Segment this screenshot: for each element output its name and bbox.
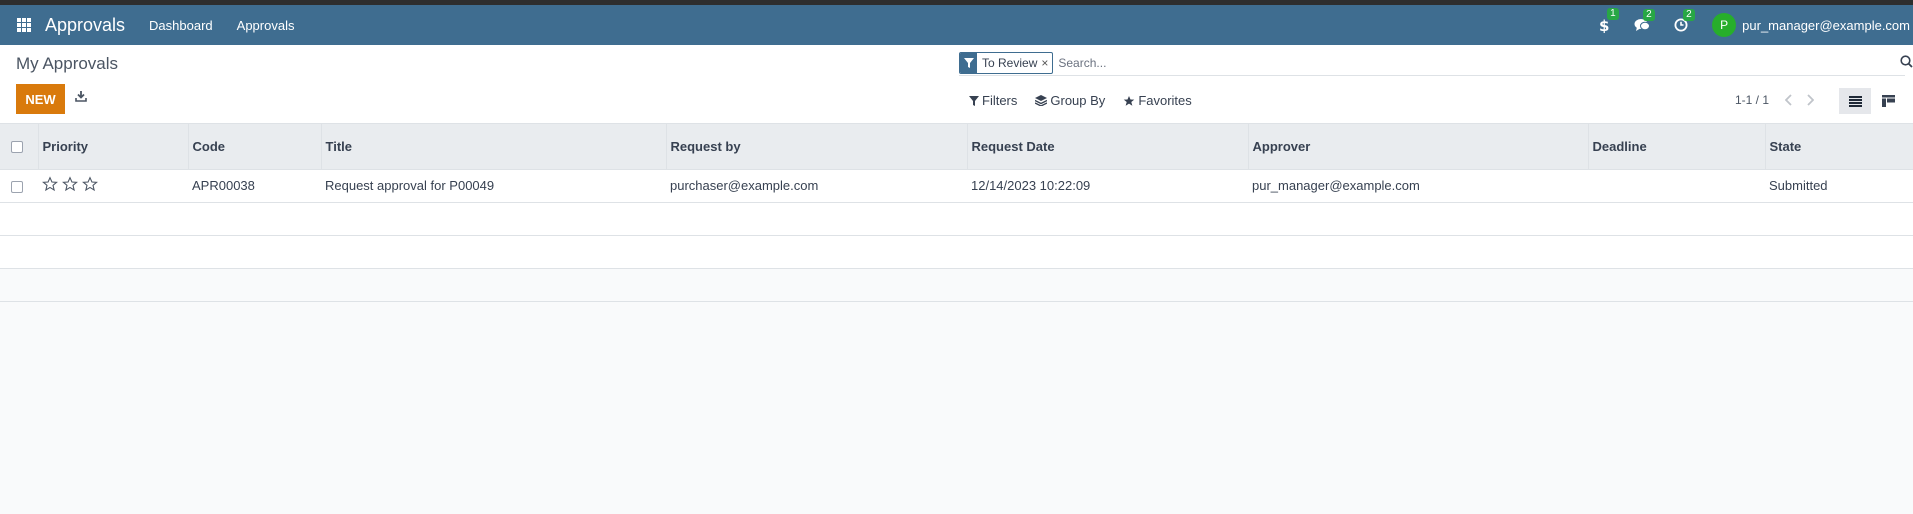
search-bar: To Review ×	[959, 50, 1905, 76]
column-header-state[interactable]: State	[1765, 124, 1913, 170]
systray: $ 1 2 2 P pur_manager@example.com	[1598, 5, 1913, 45]
control-panel: My Approvals NEW To Review × Filters Gro…	[0, 45, 1913, 124]
table-header-row: Priority Code Title Request by Request D…	[0, 124, 1913, 170]
star-outline-icon[interactable]	[82, 176, 98, 192]
avatar: P	[1712, 13, 1737, 37]
star-icon	[1124, 95, 1135, 106]
priority-cell	[38, 169, 188, 203]
app-title[interactable]: Approvals	[45, 15, 125, 36]
empty-row	[0, 235, 1913, 269]
favorites-label: Favorites	[1138, 93, 1192, 108]
approver-cell: pur_manager@example.com	[1248, 169, 1588, 203]
search-options: Filters Group By Favorites	[969, 93, 1210, 108]
dollar-count-badge: 1	[1607, 8, 1619, 20]
filters-label: Filters	[982, 93, 1018, 108]
page-title: My Approvals	[16, 54, 119, 73]
systray-dollar[interactable]: $ 1	[1598, 8, 1619, 33]
request-date-cell: 12/14/2023 10:22:09	[967, 169, 1248, 203]
new-button[interactable]: NEW	[16, 84, 65, 114]
favorites-button[interactable]: Favorites	[1123, 93, 1192, 108]
pager-next-icon[interactable]	[1806, 94, 1815, 109]
deadline-cell	[1588, 169, 1765, 203]
main-navbar: Approvals Dashboard Approvals $ 1 2 2 P …	[0, 5, 1913, 45]
column-header-priority[interactable]: Priority	[38, 124, 189, 170]
column-header-title[interactable]: Title	[321, 124, 667, 170]
messages-count-badge: 2	[1643, 9, 1655, 21]
activities-count-badge: 2	[1683, 9, 1695, 21]
column-header-approver[interactable]: Approver	[1248, 124, 1589, 170]
search-input[interactable]	[1058, 55, 1905, 70]
column-header-request-date[interactable]: Request Date	[967, 124, 1249, 170]
filter-facet-icon	[960, 52, 977, 73]
row-select-cell	[0, 169, 38, 203]
approvals-list-table: Priority Code Title Request by Request D…	[0, 124, 1913, 302]
select-all-cell	[0, 124, 39, 170]
pager-previous-icon[interactable]	[1784, 94, 1793, 109]
star-outline-icon[interactable]	[62, 176, 78, 192]
nav-approvals[interactable]: Approvals	[237, 18, 295, 33]
systray-activities[interactable]: 2	[1674, 9, 1695, 32]
nav-dashboard[interactable]: Dashboard	[149, 18, 213, 33]
kanban-view-button[interactable]	[1873, 88, 1903, 114]
star-outline-icon[interactable]	[42, 176, 58, 192]
state-cell: Submitted	[1765, 169, 1913, 203]
filters-button[interactable]: Filters	[969, 93, 1017, 108]
list-view-button[interactable]	[1839, 88, 1871, 114]
download-icon[interactable]	[75, 90, 87, 105]
column-header-code[interactable]: Code	[188, 124, 322, 170]
systray-messages[interactable]: 2	[1634, 9, 1655, 32]
pager-value[interactable]: 1-1 / 1	[1735, 93, 1769, 107]
row-checkbox[interactable]	[11, 180, 23, 193]
search-facet: To Review ×	[959, 51, 1054, 74]
column-header-request-by[interactable]: Request by	[666, 124, 968, 170]
select-all-checkbox[interactable]	[11, 141, 23, 154]
user-email: pur_manager@example.com	[1742, 17, 1910, 33]
apps-menu-icon[interactable]	[17, 18, 31, 32]
title-cell: Request approval for P00049	[321, 169, 666, 203]
user-menu[interactable]: P pur_manager@example.com	[1712, 13, 1910, 37]
group-by-button[interactable]: Group By	[1035, 93, 1105, 108]
filter-icon	[969, 95, 979, 106]
list-view-icon	[1848, 95, 1862, 107]
kanban-view-icon	[1881, 95, 1895, 107]
code-cell: APR00038	[188, 169, 321, 203]
layers-icon	[1035, 95, 1048, 106]
empty-row	[0, 268, 1913, 302]
facet-remove-icon[interactable]: ×	[1041, 56, 1052, 70]
priority-stars	[42, 176, 98, 192]
empty-row	[0, 202, 1913, 236]
group-by-label: Group By	[1050, 93, 1106, 108]
facet-label: To Review	[982, 55, 1038, 70]
search-icon[interactable]	[1900, 55, 1913, 71]
table-row[interactable]: APR00038 Request approval for P00049 pur…	[0, 169, 1913, 203]
column-header-deadline[interactable]: Deadline	[1588, 124, 1766, 170]
request-by-cell: purchaser@example.com	[666, 169, 967, 203]
